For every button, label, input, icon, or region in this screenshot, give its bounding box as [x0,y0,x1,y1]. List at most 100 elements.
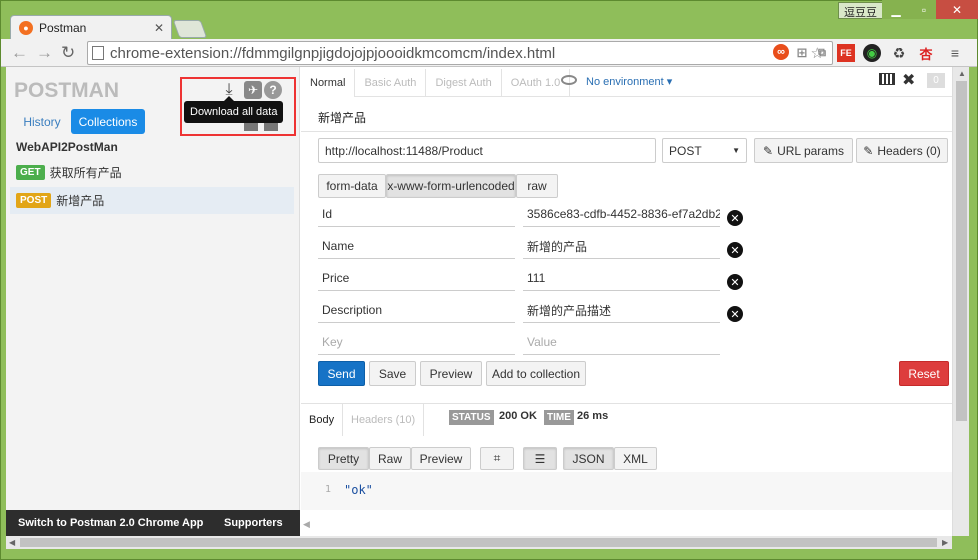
scroll-up-icon[interactable]: ▲ [958,69,966,78]
list-item[interactable]: GET 获取所有产品 [10,159,294,186]
request-label: 获取所有产品 [49,166,122,180]
notification-badge[interactable]: 0 [927,73,945,88]
tab-oauth[interactable]: OAuth 1.0 [502,69,571,97]
remove-icon[interactable]: ✕ [727,306,743,322]
environment-select[interactable]: No environment ▾ [586,75,672,88]
back-icon[interactable]: ← [11,43,28,63]
url-input[interactable]: http://localhost:11488/Product [318,138,656,163]
list-item[interactable]: POST 新增产品 [10,187,294,214]
preview-button[interactable]: Preview [420,361,482,386]
tab-raw[interactable]: raw [516,174,558,198]
bookmark-icon[interactable]: ⧉ [813,44,831,62]
close-icon[interactable]: ✕ [154,21,164,35]
postman-icon: ● [19,21,33,35]
param-key[interactable]: Id [318,202,515,227]
response-text: "ok" [344,483,373,497]
horizontal-scrollbar[interactable]: ◀ ▶ [6,536,952,549]
remove-icon[interactable]: ✕ [727,274,743,290]
address-bar[interactable]: chrome-extension://fdmmgilgnpjigdojojpjo… [87,41,833,65]
request-label: 新增产品 [56,194,105,208]
eye-icon[interactable] [561,75,577,85]
tab-urlencoded[interactable]: x-www-form-urlencoded [386,174,516,198]
scroll-right-icon[interactable]: ▶ [942,538,948,547]
chevron-down-icon: ▼ [732,146,740,155]
recycle-icon[interactable]: ♻ [890,44,908,62]
param-key[interactable]: Description [318,298,515,323]
preview-response-button[interactable]: Preview [411,447,471,470]
page-content: POSTMAN ⤓ ✈ ? Download all data History … [6,67,952,536]
response-body[interactable] [301,472,952,510]
scroll-left-icon[interactable]: ◀ [9,538,15,547]
remove-icon[interactable]: ✕ [727,242,743,258]
wrap-lines-icon[interactable]: ☰ [523,447,557,470]
main-panel: Normal Basic Auth Digest Auth OAuth 1.0 … [301,67,952,536]
method-badge: POST [16,193,52,208]
request-title: 新增产品 [318,111,367,125]
new-value-input[interactable]: Value [523,330,720,355]
qr-icon[interactable]: ⊞ [793,44,811,62]
new-key-input[interactable]: Key [318,330,515,355]
method-select[interactable]: POST ▼ [662,138,747,163]
save-button[interactable]: Save [369,361,416,386]
reset-button[interactable]: Reset [899,361,949,386]
collection-name[interactable]: WebAPI2PostMan [16,140,118,154]
send-button[interactable]: Send [318,361,365,386]
tab-digest-auth[interactable]: Digest Auth [426,69,502,97]
fe-icon[interactable]: FE [837,44,855,62]
edit-icon: ✎ [863,143,874,158]
forward-icon[interactable]: → [36,43,53,63]
param-value[interactable]: 新增的产品 [523,234,720,259]
tab-response-body[interactable]: Body [301,404,344,436]
fullscreen-icon[interactable]: ⌗ [480,447,514,470]
headers-button[interactable]: ✎ Headers (0) [856,138,948,163]
keyboard-icon[interactable] [879,73,895,85]
param-value[interactable]: 新增的产品描述 [523,298,720,323]
tab-form-data[interactable]: form-data [318,174,386,198]
param-key[interactable]: Name [318,234,515,259]
status-value: 200 OK [499,410,537,422]
vertical-scrollbar[interactable]: ▲ [952,67,969,536]
adblock-icon[interactable]: ∞ [773,44,789,60]
clip-icon[interactable]: 杏 [917,44,935,62]
time-value: 26 ms [577,410,609,422]
menu-icon[interactable]: ≡ [946,44,964,62]
xml-button[interactable]: XML [614,447,657,470]
switch-app-link[interactable]: Switch to Postman 2.0 Chrome App [18,517,203,529]
tab-history[interactable]: History [16,109,68,134]
user-badge[interactable]: 逗豆豆 [838,2,883,19]
postman-logo: POSTMAN [14,79,119,102]
param-value[interactable]: 3586ce83-cdfb-4452-8836-ef7a2db2b3a [523,202,720,227]
download-tooltip: Download all data [184,96,284,123]
color-icon[interactable]: ◉ [863,44,881,62]
url-params-button[interactable]: ✎ URL params [754,138,853,163]
maximize-button[interactable]: ▫ [910,0,938,19]
add-to-collection-button[interactable]: Add to collection [486,361,586,386]
environment-label: No environment [586,76,664,88]
tab-normal[interactable]: Normal [301,69,356,97]
tab-response-headers[interactable]: Headers (10) [343,404,425,436]
param-key[interactable]: Price [318,266,515,291]
scroll-thumb[interactable] [956,81,967,421]
minimize-button[interactable]: ▁ [882,0,910,19]
supporters-link[interactable]: Supporters [224,517,283,529]
param-value[interactable]: 111 [523,266,720,291]
tab-collections[interactable]: Collections [71,109,145,134]
method-badge: GET [16,165,45,180]
time-badge: TIME [544,410,574,425]
remove-icon[interactable]: ✕ [727,210,743,226]
line-number: 1 [325,484,332,495]
edit-icon: ✎ [763,143,774,158]
reload-icon[interactable]: ↻ [61,43,75,63]
json-button[interactable]: JSON [563,447,614,470]
wrench-icon[interactable]: ✖ [902,70,915,90]
browser-toolbar: ← → ↻ chrome-extension://fdmmgilgnpjigdo… [1,39,977,67]
scroll-thumb[interactable] [20,538,937,547]
url-params-label: URL params [777,143,844,158]
tab-basic-auth[interactable]: Basic Auth [355,69,427,97]
window-close-button[interactable]: ✕ [936,0,978,19]
method-select-value: POST [669,143,702,158]
browser-tab[interactable]: ● Postman ✕ [10,15,172,40]
raw-button[interactable]: Raw [369,447,411,470]
divider [301,131,952,132]
pretty-button[interactable]: Pretty [318,447,369,470]
